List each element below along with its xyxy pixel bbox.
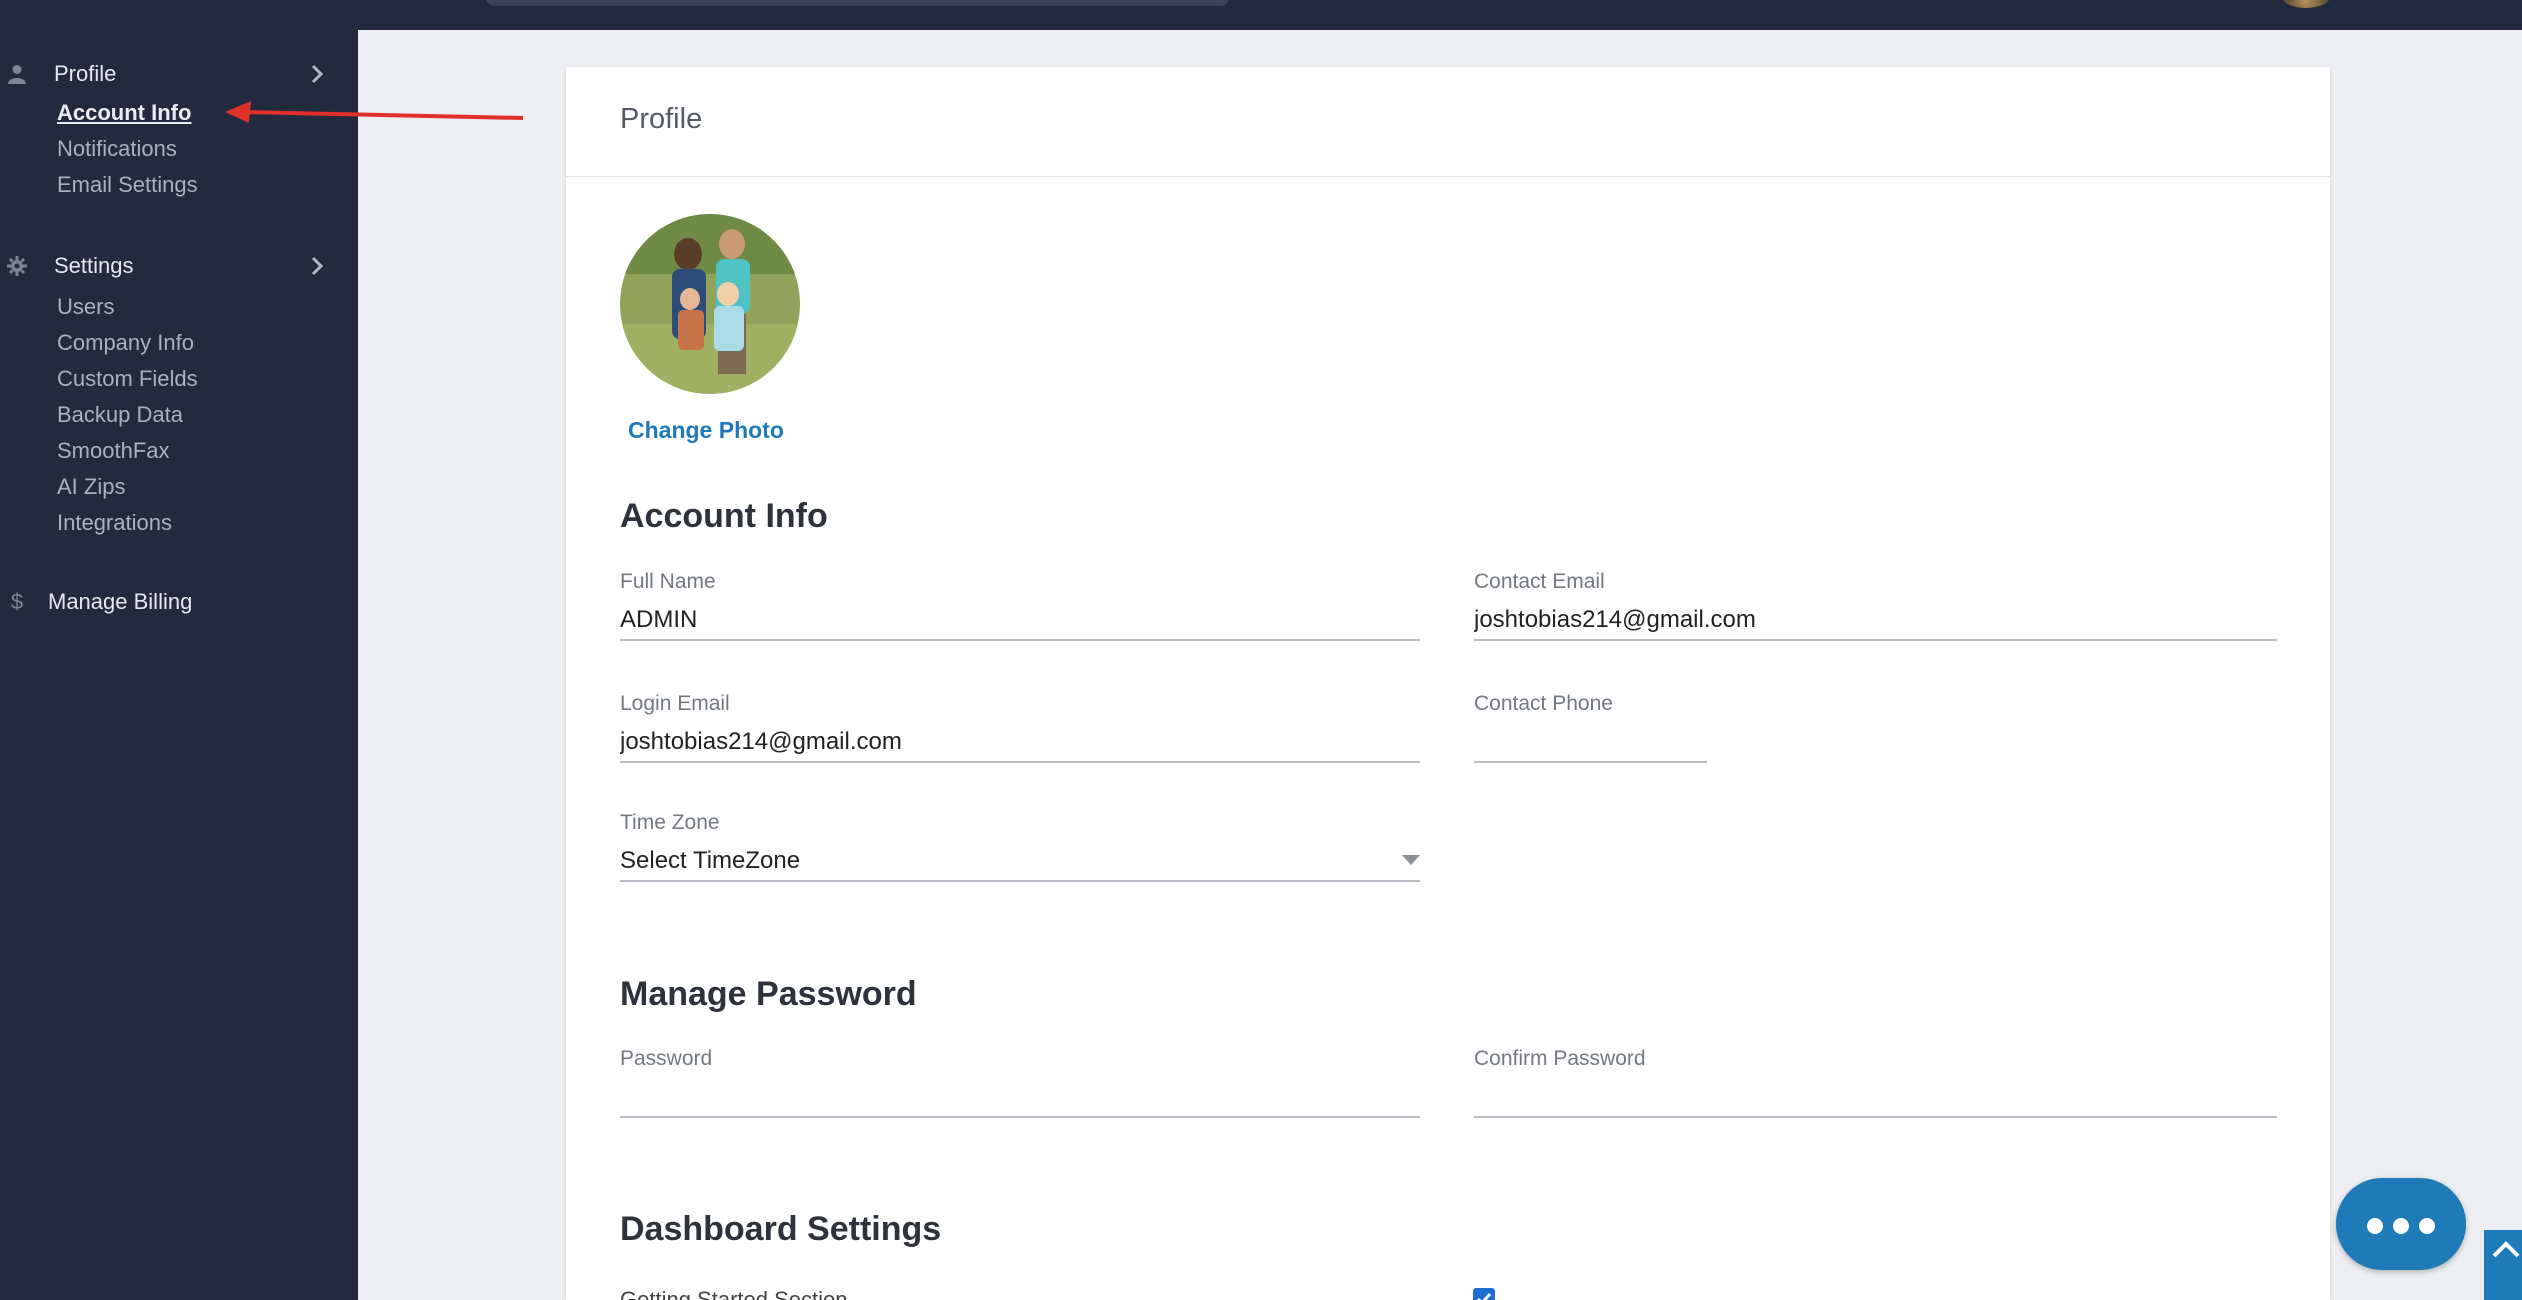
account-info-heading: Account Info: [620, 497, 828, 535]
sidebar: Profile Account Info Notifications Email…: [0, 30, 358, 1300]
profile-card: Profile Change Photo Account Info Full N…: [566, 67, 2330, 1300]
field-label: Full Name: [620, 570, 716, 593]
field-underline: [1474, 761, 1707, 763]
field-label: Contact Email: [1474, 570, 1605, 593]
sidebar-item-custom-fields[interactable]: Custom Fields: [57, 366, 198, 392]
chevron-up-icon: [2492, 1241, 2520, 1258]
field-underline: [620, 639, 1420, 641]
dashboard-settings-heading: Dashboard Settings: [620, 1210, 942, 1248]
scroll-to-top-button[interactable]: [2484, 1230, 2522, 1300]
full-name-input[interactable]: [620, 606, 1420, 634]
card-header: Profile: [566, 67, 2330, 177]
confirm-password-field: Confirm Password: [1474, 1047, 2277, 1119]
more-dots-icon: [2419, 1218, 2435, 1234]
contact-phone-input[interactable]: [1474, 728, 1707, 756]
time-zone-field: Time Zone Select TimeZone: [620, 811, 1420, 883]
sidebar-item-users[interactable]: Users: [57, 294, 114, 320]
sidebar-item-account-info[interactable]: Account Info: [57, 100, 191, 126]
sidebar-group-billing[interactable]: $ Manage Billing: [0, 582, 358, 622]
sidebar-group-label: Settings: [54, 253, 134, 278]
dropdown-caret-icon[interactable]: [1402, 855, 1420, 865]
sidebar-item-notifications[interactable]: Notifications: [57, 136, 177, 162]
login-email-field: Login Email: [620, 692, 1420, 764]
page-title: Profile: [620, 103, 703, 135]
sidebar-item-email-settings[interactable]: Email Settings: [57, 172, 198, 198]
sidebar-group-label: Profile: [54, 61, 117, 86]
contact-email-field: Contact Email: [1474, 570, 2277, 642]
field-label: Login Email: [620, 692, 730, 715]
sidebar-group-settings[interactable]: Settings: [0, 246, 358, 286]
sidebar-group-profile[interactable]: Profile: [0, 54, 358, 94]
field-label: Confirm Password: [1474, 1047, 1646, 1070]
sidebar-group-label: Manage Billing: [48, 589, 193, 614]
sidebar-item-ai-zips[interactable]: AI Zips: [57, 474, 125, 500]
more-dots-icon: [2393, 1218, 2409, 1234]
sidebar-item-integrations[interactable]: Integrations: [57, 510, 172, 536]
chevron-right-icon: [311, 256, 324, 276]
field-underline: [620, 1116, 1420, 1118]
field-label: Password: [620, 1047, 713, 1070]
field-underline: [1474, 1116, 2277, 1118]
chat-button[interactable]: [2336, 1178, 2466, 1270]
sidebar-item-backup-data[interactable]: Backup Data: [57, 402, 183, 428]
search-bar[interactable]: [485, 0, 1230, 6]
user-avatar[interactable]: [2282, 0, 2330, 8]
change-photo-link[interactable]: Change Photo: [628, 417, 784, 444]
gear-icon: [7, 256, 27, 276]
checkmark-icon: [1477, 1293, 1492, 1300]
login-email-input[interactable]: [620, 728, 1420, 756]
password-field: Password: [620, 1047, 1420, 1119]
sidebar-item-smoothfax[interactable]: SmoothFax: [57, 438, 170, 464]
contact-email-input[interactable]: [1474, 606, 2277, 634]
dollar-icon: $: [10, 589, 24, 614]
user-icon: [7, 64, 27, 84]
confirm-password-input[interactable]: [1474, 1083, 2277, 1111]
field-underline: [620, 761, 1420, 763]
getting-started-checkbox[interactable]: [1473, 1288, 1495, 1300]
field-label: Time Zone: [620, 811, 720, 834]
sidebar-item-company-info[interactable]: Company Info: [57, 330, 194, 356]
time-zone-select[interactable]: Select TimeZone: [620, 847, 1420, 875]
top-bar: [0, 0, 2522, 30]
more-dots-icon: [2367, 1218, 2383, 1234]
chevron-right-icon: [311, 64, 324, 84]
field-underline: [620, 880, 1420, 882]
getting-started-label: Getting Started Section: [620, 1287, 848, 1300]
annotation-arrow: [225, 101, 524, 123]
full-name-field: Full Name: [620, 570, 1420, 642]
password-input[interactable]: [620, 1083, 1420, 1111]
manage-password-heading: Manage Password: [620, 975, 917, 1013]
contact-phone-field: Contact Phone: [1474, 692, 1707, 764]
field-label: Contact Phone: [1474, 692, 1613, 715]
field-underline: [1474, 639, 2277, 641]
profile-photo: [620, 214, 800, 394]
